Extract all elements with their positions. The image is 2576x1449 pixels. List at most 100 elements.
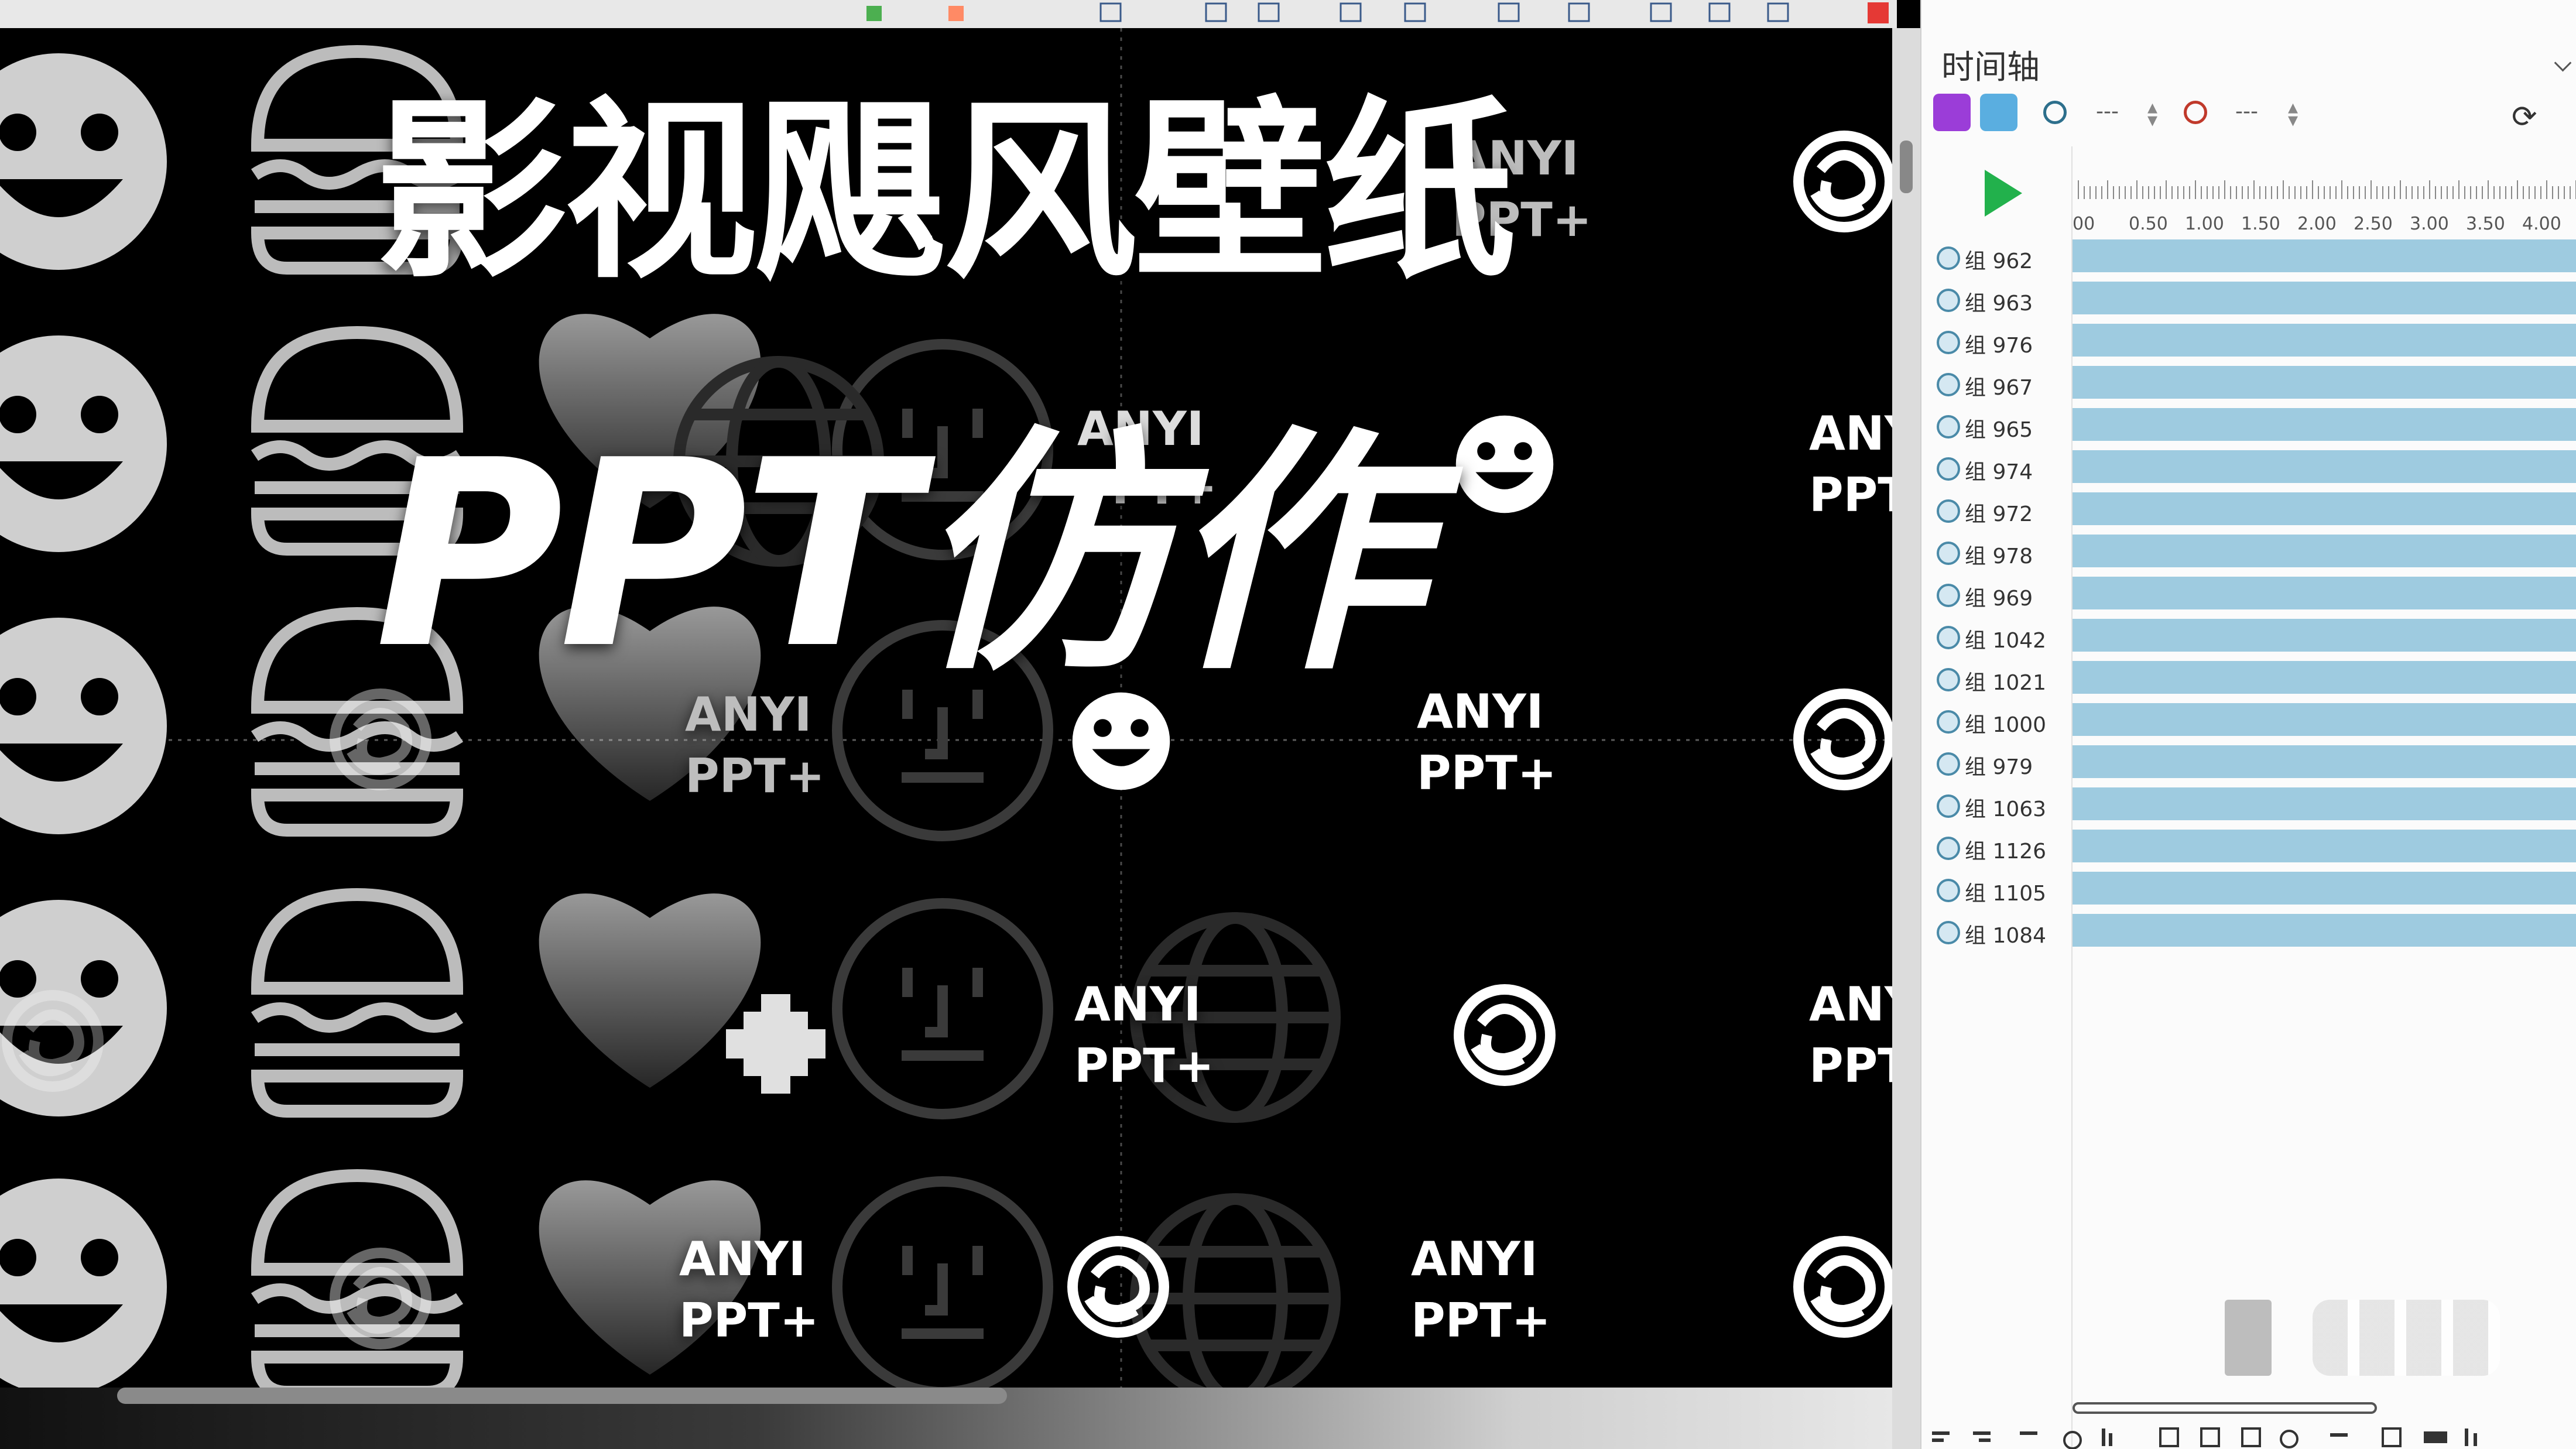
- timeline-row[interactable]: 组 1021: [1932, 659, 2576, 701]
- timeline-row[interactable]: 组 1000: [1932, 701, 2576, 743]
- timeline-row[interactable]: 组 974: [1932, 448, 2576, 490]
- timeline-duration-bar[interactable]: [2073, 830, 2576, 862]
- timeline-row-label: 组 1000: [1965, 713, 2047, 737]
- vertical-scrollbar[interactable]: [1892, 28, 1920, 1449]
- timeline-row[interactable]: 组 1042: [1932, 616, 2576, 659]
- timeline-row[interactable]: 组 976: [1932, 321, 2576, 364]
- timeline-duration-bar[interactable]: [2073, 661, 2576, 694]
- timeline-duration-bar[interactable]: [2073, 787, 2576, 820]
- animation-node-icon[interactable]: [1937, 794, 1960, 818]
- smiley-icon: [0, 53, 167, 270]
- timeline-row[interactable]: 组 979: [1932, 743, 2576, 785]
- timeline-row[interactable]: 组 972: [1932, 490, 2576, 532]
- timeline-duration-bar[interactable]: [2073, 324, 2576, 357]
- timeline-row[interactable]: 组 1105: [1932, 869, 2576, 912]
- timeline-duration-bar[interactable]: [2073, 872, 2576, 905]
- timeline-duration-bar[interactable]: [2073, 703, 2576, 736]
- animation-node-icon[interactable]: [1937, 626, 1960, 649]
- watermark: ANYIPPT+: [1074, 977, 1214, 1093]
- timeline-row[interactable]: 组 962: [1932, 237, 2576, 279]
- animation-node-icon[interactable]: [1937, 921, 1960, 944]
- stepper-icon[interactable]: ▴ ▾: [2288, 97, 2298, 130]
- timeline-duration-bar[interactable]: [2073, 492, 2576, 525]
- start-value-field[interactable]: ---: [2096, 100, 2119, 124]
- sticker-image: [2225, 1300, 2272, 1376]
- watermark: ANYIPPT+: [1411, 1232, 1551, 1348]
- timeline-row-label: 组 1021: [1965, 671, 2047, 695]
- animation-node-icon[interactable]: [1937, 837, 1960, 860]
- timeline-scrollbar[interactable]: [2073, 1402, 2377, 1414]
- face-outline-icon: [837, 903, 1048, 1114]
- time-ruler: 000.501.001.502.002.503.003.504.004.: [2073, 180, 2576, 234]
- timeline-row-label: 组 978: [1965, 544, 2033, 568]
- timeline-row[interactable]: 组 963: [1932, 279, 2576, 321]
- horizontal-scrollbar-thumb[interactable]: [117, 1388, 1007, 1404]
- animation-node-icon[interactable]: [1937, 499, 1960, 523]
- animation-node-icon[interactable]: [1937, 415, 1960, 439]
- burger-icon: [255, 895, 460, 1111]
- group-view-button[interactable]: [1933, 94, 1971, 131]
- slide-canvas[interactable]: ANYIPPT+ ANYIPPT+ ANYIPPT+ ANYIPPT+ ANYI…: [0, 28, 1892, 1388]
- clock-icon[interactable]: [2184, 101, 2207, 124]
- refresh-icon[interactable]: ⟳: [2512, 100, 2537, 135]
- spiral-icon: [1799, 136, 1890, 227]
- watermark: ANYIPPT+: [1417, 684, 1557, 800]
- clock-icon[interactable]: [2043, 101, 2067, 124]
- timeline-row[interactable]: 组 1126: [1932, 827, 2576, 869]
- timeline-row[interactable]: 组 1063: [1932, 785, 2576, 827]
- animation-node-icon[interactable]: [1937, 289, 1960, 312]
- slide-title-line2[interactable]: PPT仿作: [375, 403, 1424, 707]
- timeline-row[interactable]: 组 967: [1932, 364, 2576, 406]
- ribbon-red-icon: [1868, 2, 1889, 23]
- timeline-row-label: 组 1063: [1965, 797, 2047, 821]
- ruler-tick-label: 3.50: [2466, 214, 2505, 234]
- ribbon-icon: [1099, 2, 1122, 22]
- timeline-row-label: 组 1105: [1965, 882, 2047, 906]
- animation-node-icon[interactable]: [1937, 457, 1960, 481]
- timeline-duration-bar[interactable]: [2073, 577, 2576, 609]
- timeline-duration-bar[interactable]: [2073, 408, 2576, 441]
- animation-node-icon[interactable]: [1937, 710, 1960, 734]
- face-outline-icon: [837, 1181, 1048, 1388]
- animation-node-icon[interactable]: [1937, 542, 1960, 565]
- timeline-duration-bar[interactable]: [2073, 239, 2576, 272]
- timeline-row-label: 组 963: [1965, 292, 2033, 316]
- timeline-duration-bar[interactable]: [2073, 366, 2576, 399]
- animation-node-icon[interactable]: [1937, 373, 1960, 396]
- animation-node-icon[interactable]: [1937, 668, 1960, 691]
- timeline-duration-bar[interactable]: [2073, 450, 2576, 483]
- list-view-button[interactable]: [1980, 94, 2017, 131]
- timeline-duration-bar[interactable]: [2073, 914, 2576, 947]
- timeline-duration-bar[interactable]: [2073, 619, 2576, 652]
- timeline-row[interactable]: 组 965: [1932, 406, 2576, 448]
- timeline-duration-bar[interactable]: [2073, 745, 2576, 778]
- animation-node-icon[interactable]: [1937, 331, 1960, 354]
- gear-icon: [726, 994, 825, 1094]
- vertical-scrollbar-thumb[interactable]: [1900, 141, 1913, 193]
- watermark: ANYIPPT+: [1809, 406, 1892, 522]
- ruler-tick-label: 1.50: [2241, 214, 2280, 234]
- slide-title-line1[interactable]: 影视飓风壁纸: [375, 75, 1516, 309]
- timeline-row[interactable]: 组 978: [1932, 532, 2576, 574]
- smiley-icon: [1455, 415, 1554, 513]
- stepper-icon[interactable]: ▴ ▾: [2147, 97, 2157, 130]
- heart-icon: [539, 893, 761, 1088]
- timeline-duration-bar[interactable]: [2073, 282, 2576, 314]
- timeline-row[interactable]: 组 1084: [1932, 912, 2576, 954]
- animation-node-icon[interactable]: [1937, 752, 1960, 776]
- animation-node-icon[interactable]: [1937, 246, 1960, 270]
- ruler-tick-label: 00: [2073, 214, 2095, 234]
- timeline-row[interactable]: 组 969: [1932, 574, 2576, 616]
- timeline-duration-bar[interactable]: [2073, 535, 2576, 567]
- play-button[interactable]: [1985, 170, 2022, 217]
- animation-node-icon[interactable]: [1937, 879, 1960, 902]
- ruler-tick-label: 2.00: [2297, 214, 2337, 234]
- timeline-row-label: 组 979: [1965, 755, 2033, 779]
- timeline-bottom-toolbar[interactable]: [1926, 1423, 2576, 1449]
- smiley-icon: [0, 1179, 167, 1388]
- end-value-field[interactable]: ---: [2235, 100, 2258, 124]
- ruler-tick-label: 1.00: [2185, 214, 2224, 234]
- animation-node-icon[interactable]: [1937, 584, 1960, 607]
- app-window: ANYIPPT+ ANYIPPT+ ANYIPPT+ ANYIPPT+ ANYI…: [0, 0, 2576, 1449]
- spiral-icon: [1073, 1241, 1164, 1332]
